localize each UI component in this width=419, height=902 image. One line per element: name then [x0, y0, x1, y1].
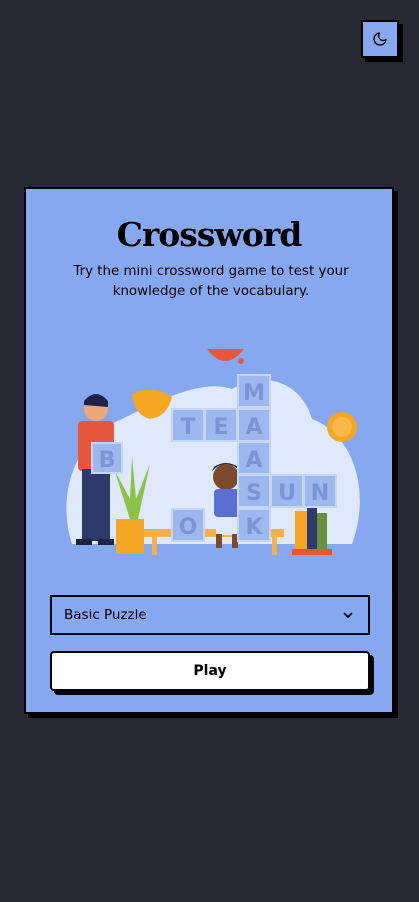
card-description: Try the mini crossword game to test your… [73, 264, 349, 299]
tile-letter-k: K [245, 515, 263, 540]
tile-letter-u: U [278, 481, 296, 506]
tile-letter-s: S [246, 481, 262, 506]
puzzle-select[interactable]: Basic Puzzle [50, 595, 370, 635]
tile-letter-n: N [311, 481, 329, 506]
page-title: Crossword [116, 215, 303, 254]
crossword-illustration: M T E A A S U N O K B [66, 349, 360, 555]
tile-letter-e: E [213, 415, 228, 440]
plant-pot [116, 519, 144, 554]
puzzle-select-value: Basic Puzzle [64, 607, 147, 623]
man-pants [82, 469, 110, 541]
books [295, 511, 307, 551]
tile-letter-a1: A [245, 415, 262, 440]
theme-toggle-button[interactable] [361, 20, 399, 58]
bowl-icon [207, 349, 244, 361]
tile-letter-m: M [243, 381, 265, 406]
tile-letter-o: O [179, 515, 198, 540]
tile-letter-t: T [180, 415, 195, 440]
tile-letter-b: B [99, 448, 116, 473]
play-button[interactable]: Play [50, 651, 370, 691]
crossword-card: Crossword Try the mini crossword game to… [24, 187, 394, 714]
chevron-down-icon [343, 612, 353, 618]
moon-icon [373, 32, 387, 46]
tile-letter-a2: A [245, 448, 262, 473]
child-head [213, 464, 239, 490]
child-shirt [214, 489, 240, 517]
